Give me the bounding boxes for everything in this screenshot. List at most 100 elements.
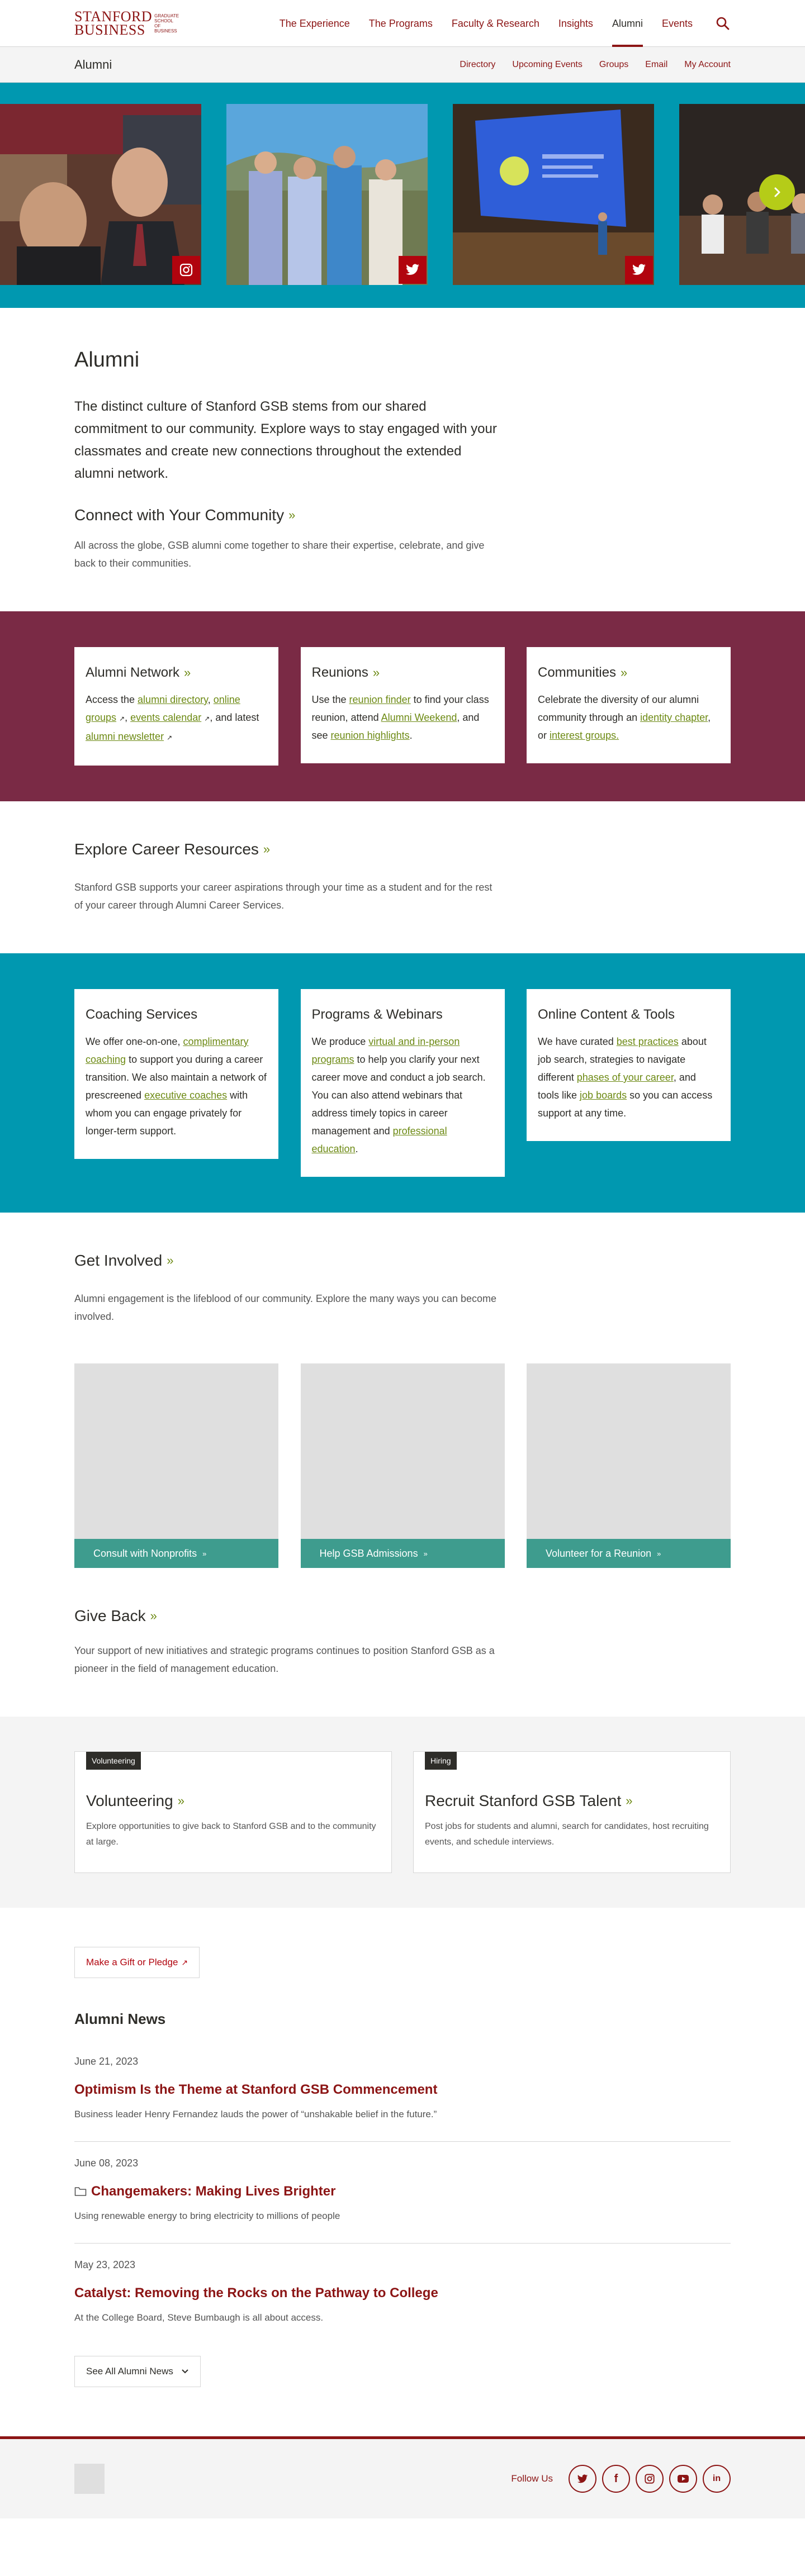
card-title: Reunions	[311, 665, 368, 680]
external-link-icon: ↗	[204, 715, 210, 723]
carousel-track	[0, 104, 805, 285]
twitter-icon	[632, 264, 646, 275]
subnav-link-email[interactable]: Email	[645, 60, 667, 70]
follow-us: Follow Us f in	[511, 2465, 731, 2493]
make-gift-button[interactable]: Make a Gift or Pledge ↗	[74, 1947, 200, 1978]
double-chevron-right-icon: »	[621, 666, 628, 679]
main-nav: The Experience The Programs Faculty & Re…	[261, 0, 731, 47]
social-photo-carousel	[0, 83, 805, 308]
stanford-gsb-logo[interactable]: STANFORD BUSINESS GRADUATE SCHOOL OF BUS…	[74, 9, 179, 38]
tile-image-placeholder	[527, 1363, 731, 1539]
external-link-icon: ↗	[119, 715, 125, 723]
community-cards-band: Alumni Network » Access the alumni direc…	[0, 611, 805, 801]
nav-item-alumni[interactable]: Alumni	[612, 0, 643, 47]
volunteering-link[interactable]: Volunteering »	[86, 1792, 380, 1810]
nav-item-experience[interactable]: The Experience	[280, 0, 350, 47]
nav-item-insights[interactable]: Insights	[558, 0, 593, 47]
subnav-title[interactable]: Alumni	[74, 58, 112, 72]
slide-photo-group-outdoors	[226, 104, 428, 285]
subnav-link-groups[interactable]: Groups	[599, 60, 628, 70]
job-boards-link[interactable]: job boards	[580, 1090, 627, 1101]
see-all-news-button[interactable]: See All Alumni News	[74, 2356, 201, 2387]
best-practices-link[interactable]: best practices	[617, 1036, 679, 1047]
alumni-newsletter-link[interactable]: alumni newsletter	[86, 731, 164, 742]
alumni-directory-link[interactable]: alumni directory	[138, 694, 208, 705]
youtube-link[interactable]	[669, 2465, 697, 2493]
news-title-link[interactable]: Optimism Is the Theme at Stanford GSB Co…	[74, 2082, 731, 2098]
events-calendar-link[interactable]: events calendar	[130, 712, 201, 723]
consult-nonprofits-button[interactable]: Consult with Nonprofits»	[74, 1539, 278, 1568]
facebook-link[interactable]: f	[602, 2465, 630, 2493]
category-tag: Hiring	[425, 1752, 457, 1770]
volunteer-reunion-button[interactable]: Volunteer for a Reunion»	[527, 1539, 731, 1568]
news-title-link[interactable]: Catalyst: Removing the Rocks on the Path…	[74, 2285, 731, 2301]
carousel-slide[interactable]	[0, 104, 201, 285]
get-involved-section: Get Involved » Alumni engagement is the …	[0, 1213, 805, 1596]
double-chevron-right-icon: »	[202, 1549, 207, 1558]
get-involved-title: Get Involved	[74, 1252, 163, 1269]
card-text: Access the alumni directory, online grou…	[86, 694, 259, 742]
search-button[interactable]	[715, 16, 731, 31]
promo-text: Explore opportunities to give back to St…	[86, 1822, 376, 1847]
card-text: Use the reunion finder to find your clas…	[311, 694, 489, 741]
news-title-link[interactable]: Changemakers: Making Lives Brighter	[74, 2184, 731, 2199]
double-chevron-right-icon: »	[372, 666, 380, 679]
card-title-link[interactable]: Reunions »	[312, 665, 494, 681]
recruit-talent-link[interactable]: Recruit Stanford GSB Talent »	[425, 1792, 719, 1810]
career-cards-band: Coaching Services We offer one-on-one, c…	[0, 953, 805, 1213]
career-resources-link[interactable]: Explore Career Resources »	[74, 840, 270, 858]
double-chevron-right-icon: »	[423, 1549, 428, 1558]
section-subnav: Alumni Directory Upcoming Events Groups …	[0, 47, 805, 83]
promo-card-hiring: Hiring Recruit Stanford GSB Talent » Pos…	[413, 1751, 731, 1873]
promo-title: Volunteering	[86, 1792, 173, 1809]
card-coaching-services: Coaching Services We offer one-on-one, c…	[74, 989, 278, 1159]
card-title-link[interactable]: Communities »	[538, 665, 719, 681]
nav-item-faculty-research[interactable]: Faculty & Research	[452, 0, 539, 47]
page-title: Alumni	[74, 348, 140, 372]
nav-item-events[interactable]: Events	[662, 0, 693, 47]
news-description: At the College Board, Steve Bumbaugh is …	[74, 2312, 324, 2323]
promo-band: Volunteering Volunteering » Explore oppo…	[0, 1717, 805, 1908]
phases-of-career-link[interactable]: phases of your career	[577, 1072, 674, 1083]
slide-photo-two-men	[0, 104, 201, 285]
reunion-highlights-link[interactable]: reunion highlights	[331, 730, 410, 741]
card-reunions: Reunions » Use the reunion finder to fin…	[300, 647, 505, 763]
card-text: We offer one-on-one, complimentary coach…	[86, 1036, 267, 1137]
carousel-next-button[interactable]	[759, 174, 795, 210]
card-title: Communities	[538, 665, 617, 680]
card-title: Programs & Webinars	[311, 1007, 443, 1022]
give-back-section: Give Back » Your support of new initiati…	[0, 1596, 805, 1717]
subnav-link-my-account[interactable]: My Account	[684, 60, 731, 70]
instagram-icon	[179, 263, 193, 277]
career-resources-text: Stanford GSB supports your career aspira…	[74, 882, 493, 911]
twitter-link[interactable]	[569, 2465, 596, 2493]
subnav-link-directory[interactable]: Directory	[460, 60, 495, 70]
alumni-weekend-link[interactable]: Alumni Weekend	[381, 712, 457, 723]
double-chevron-right-icon: »	[263, 842, 271, 856]
connect-community-text: All across the globe, GSB alumni come to…	[74, 540, 485, 569]
give-back-link[interactable]: Give Back »	[74, 1607, 157, 1625]
connect-community-link[interactable]: Connect with Your Community »	[74, 506, 295, 524]
subnav-link-upcoming-events[interactable]: Upcoming Events	[512, 60, 582, 70]
give-back-title: Give Back	[74, 1607, 146, 1624]
footer-logo-placeholder	[74, 2464, 105, 2494]
carousel-slide[interactable]	[226, 104, 428, 285]
linkedin-link[interactable]: in	[703, 2465, 731, 2493]
twitter-badge	[399, 256, 427, 284]
help-admissions-button[interactable]: Help GSB Admissions»	[300, 1539, 505, 1568]
card-title-link[interactable]: Alumni Network »	[86, 665, 267, 681]
get-involved-link[interactable]: Get Involved »	[74, 1252, 173, 1270]
carousel-slide[interactable]	[453, 104, 654, 285]
promo-card-volunteering: Volunteering Volunteering » Explore oppo…	[74, 1751, 392, 1873]
promo-text: Post jobs for students and alumni, searc…	[425, 1822, 709, 1847]
reunion-finder-link[interactable]: reunion finder	[349, 694, 411, 705]
nav-item-programs[interactable]: The Programs	[369, 0, 433, 47]
interest-groups-link[interactable]: interest groups.	[550, 730, 619, 741]
intro-section: Alumni The distinct culture of Stanford …	[0, 308, 805, 611]
connect-community-label: Connect with Your Community	[74, 506, 285, 524]
executive-coaches-link[interactable]: executive coaches	[144, 1090, 227, 1101]
instagram-link[interactable]	[636, 2465, 664, 2493]
chevron-down-icon	[182, 2369, 188, 2374]
news-description: Using renewable energy to bring electric…	[74, 2211, 340, 2221]
identity-chapter-link[interactable]: identity chapter	[640, 712, 708, 723]
